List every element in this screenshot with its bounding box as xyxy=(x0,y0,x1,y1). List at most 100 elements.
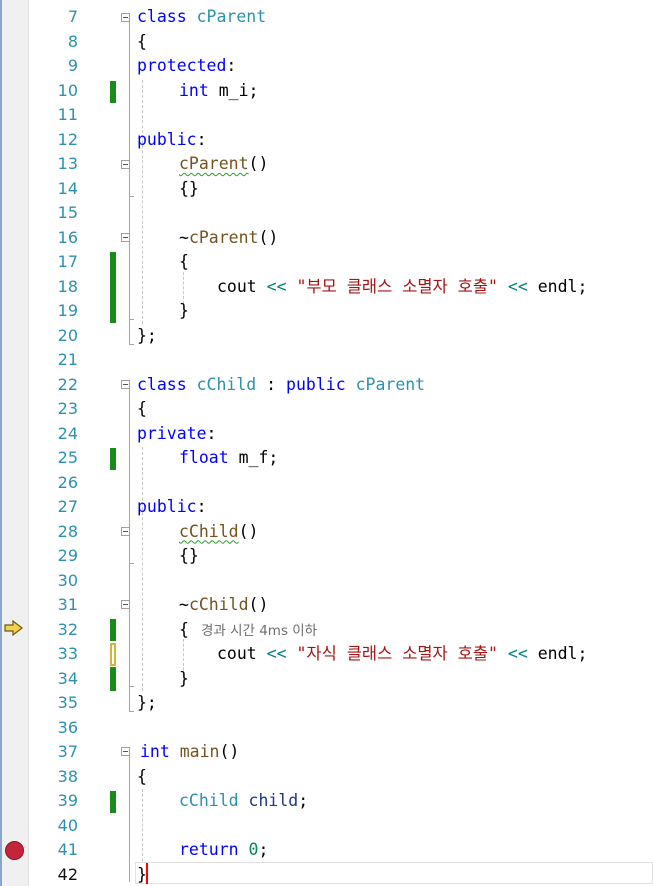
operator: << xyxy=(256,644,297,663)
number-literal: 0 xyxy=(248,840,259,859)
function-name: main xyxy=(179,742,220,761)
outline-end xyxy=(129,344,134,345)
collapse-toggle[interactable] xyxy=(121,233,130,242)
keyword: int xyxy=(140,742,170,761)
line-number: 25 xyxy=(57,448,78,467)
destructor-name: cChild xyxy=(188,595,249,614)
punct: : xyxy=(196,129,207,149)
punct: : xyxy=(206,423,217,443)
brace: }; xyxy=(137,325,157,345)
indent-guide xyxy=(142,80,143,324)
punct: () xyxy=(258,227,279,247)
tilde: ~ xyxy=(179,595,189,614)
line-number: 27 xyxy=(57,497,78,516)
breakpoint-icon[interactable] xyxy=(5,841,24,860)
code-line[interactable]: cChild() xyxy=(179,520,258,545)
code-line[interactable]: class cParent xyxy=(137,5,266,30)
code-line[interactable]: cout << "자식 클래스 소멸자 호출" << endl; xyxy=(217,642,587,667)
code-line[interactable]: { xyxy=(137,397,147,422)
code-line[interactable]: return 0; xyxy=(179,838,268,863)
line-number: 18 xyxy=(57,276,78,296)
brace: { xyxy=(137,399,147,418)
indent-guide xyxy=(142,789,143,861)
keyword: class xyxy=(137,7,187,26)
line-number: 41 xyxy=(57,840,78,859)
code-line[interactable]: ~cChild() xyxy=(179,593,268,618)
line-number: 40 xyxy=(57,815,78,835)
collapse-toggle[interactable] xyxy=(121,380,130,389)
line-number: 38 xyxy=(57,766,78,786)
code-line[interactable]: }; xyxy=(137,324,157,349)
keyword: return xyxy=(179,840,239,859)
line-number: 26 xyxy=(57,472,78,492)
brace: {} xyxy=(179,546,199,565)
identifier: endl; xyxy=(537,276,588,296)
line-number: 12 xyxy=(57,129,78,149)
line-number: 16 xyxy=(57,227,78,247)
destructor-name: cParent xyxy=(188,227,259,247)
code-line[interactable]: cParent() xyxy=(179,152,268,177)
collapse-toggle[interactable] xyxy=(121,747,130,756)
code-line[interactable]: {} xyxy=(179,544,199,569)
local-variable: child xyxy=(248,791,299,810)
code-line[interactable]: }; xyxy=(137,691,157,716)
line-number: 35 xyxy=(57,693,78,712)
access-specifier: private xyxy=(137,423,207,443)
brace: {} xyxy=(179,178,199,198)
indicator-margin[interactable] xyxy=(0,0,29,886)
code-line[interactable]: cout << "부모 클래스 소멸자 호출" << endl; xyxy=(217,275,587,300)
operator: << xyxy=(497,276,538,296)
execution-arrow-icon xyxy=(4,620,23,636)
perf-tip[interactable]: 경과 시간 4ms 이하 xyxy=(201,623,317,639)
access-specifier: public xyxy=(137,497,197,516)
base-class-name: cParent xyxy=(355,374,426,394)
collapse-toggle[interactable] xyxy=(121,13,130,22)
collapse-toggle[interactable] xyxy=(121,600,130,609)
keyword: public xyxy=(286,374,346,394)
identifier: cout xyxy=(217,276,257,296)
code-line[interactable]: } xyxy=(179,299,189,324)
code-line[interactable]: int main() xyxy=(140,740,239,765)
punct: : xyxy=(256,374,287,394)
identifier: cout xyxy=(217,644,257,663)
code-line[interactable]: protected: xyxy=(137,54,236,79)
code-line[interactable]: {경과 시간 4ms 이하 xyxy=(179,618,317,643)
collapse-toggle[interactable] xyxy=(121,527,130,536)
change-bar xyxy=(110,252,116,323)
code-line[interactable]: int m_i; xyxy=(179,79,258,104)
line-number: 15 xyxy=(57,203,78,222)
line-number: 34 xyxy=(57,668,78,688)
code-line[interactable]: cChild child; xyxy=(179,789,308,814)
code-line[interactable]: ~cParent() xyxy=(179,226,278,251)
punct: () xyxy=(248,154,269,173)
collapse-toggle[interactable] xyxy=(121,160,130,169)
code-line[interactable]: {} xyxy=(179,177,199,202)
punct: ; xyxy=(298,791,309,810)
operator: << xyxy=(256,276,297,296)
code-line[interactable]: private: xyxy=(137,422,216,447)
change-bar xyxy=(110,791,116,813)
code-line[interactable]: class cChild : public cParent xyxy=(137,373,425,398)
line-number: 7 xyxy=(67,7,78,26)
code-line[interactable]: } xyxy=(179,667,189,692)
line-number: 17 xyxy=(57,252,78,271)
access-specifier: public xyxy=(137,129,197,149)
code-line[interactable]: public: xyxy=(137,495,207,520)
code-line[interactable]: { xyxy=(137,30,147,55)
code-line[interactable]: public: xyxy=(137,128,207,153)
line-number: 10 xyxy=(57,80,78,100)
constructor-name: cParent xyxy=(179,154,249,173)
brace: } xyxy=(179,668,189,688)
code-line[interactable]: { xyxy=(137,765,147,790)
line-number: 21 xyxy=(57,350,78,369)
tilde: ~ xyxy=(179,227,189,247)
class-name: cParent xyxy=(196,7,267,26)
code-line[interactable]: float m_f; xyxy=(179,446,278,471)
line-number: 30 xyxy=(57,570,78,590)
line-number: 29 xyxy=(57,546,78,565)
punct: () xyxy=(248,595,269,614)
class-name: cChild xyxy=(196,374,257,394)
punct: : xyxy=(226,56,237,75)
code-line[interactable]: { xyxy=(179,250,189,275)
code-editor[interactable]: 7 8 9 10 11 12 13 14 15 16 17 18 19 20 2… xyxy=(0,0,653,886)
